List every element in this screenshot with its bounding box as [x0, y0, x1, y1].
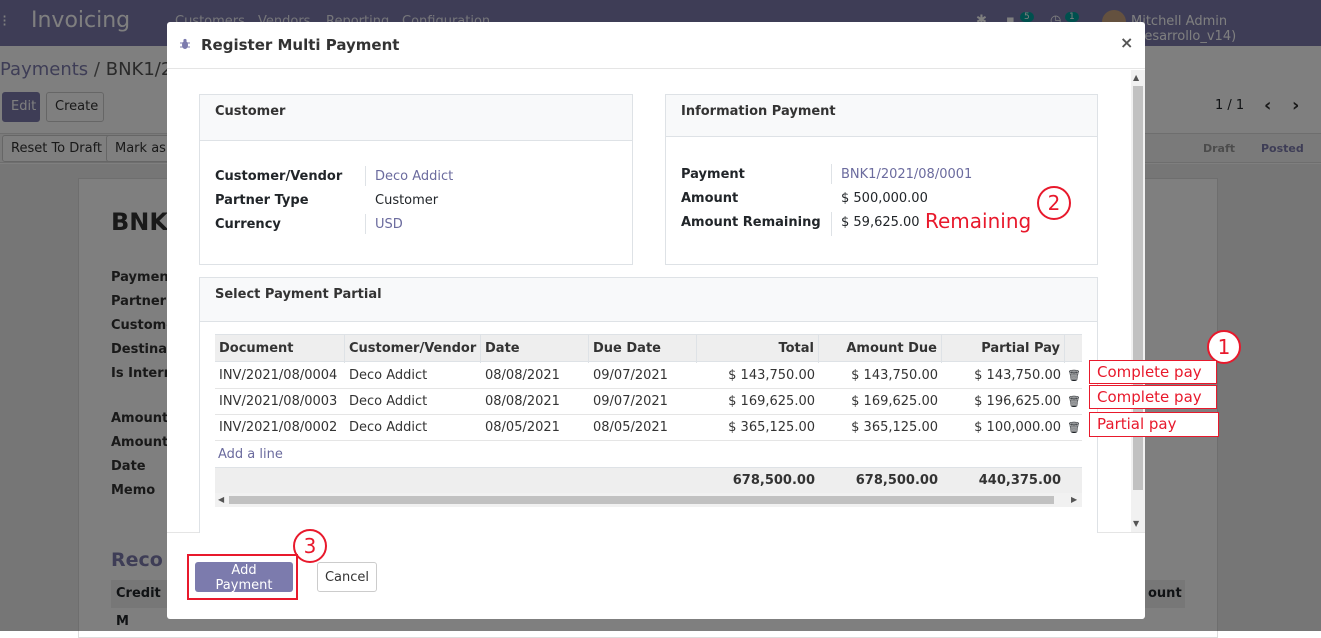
modal-header: Register Multi Payment × — [167, 22, 1145, 69]
cell-total[interactable]: $ 365,125.00 — [697, 415, 819, 441]
cell-due-date[interactable]: 09/07/2021 — [589, 389, 697, 415]
amount-due-sum: 678,500.00 — [855, 473, 938, 488]
cell-document[interactable]: INV/2021/08/0003 — [215, 389, 345, 415]
partial-panel-title: Select Payment Partial — [215, 287, 382, 302]
cell-date[interactable]: 08/08/2021 — [481, 389, 589, 415]
trash-icon[interactable]: 🗑 — [1067, 389, 1081, 415]
col-total[interactable]: Total — [697, 335, 819, 363]
label-payment: Payment — [681, 167, 745, 182]
modal-title: Register Multi Payment — [201, 36, 400, 54]
col-partial-pay[interactable]: Partial Pay — [942, 335, 1065, 363]
col-document[interactable]: Document — [215, 335, 345, 363]
cell-amount-due[interactable]: $ 143,750.00 — [819, 363, 942, 389]
table-header: Document Customer/Vendor Date Due Date T… — [215, 334, 1082, 363]
annotation-partial-pay: Partial pay — [1089, 412, 1219, 437]
field-separator — [831, 164, 832, 184]
cell-date[interactable]: 08/05/2021 — [481, 415, 589, 441]
cell-total[interactable]: $ 169,625.00 — [697, 389, 819, 415]
cell-customer-vendor[interactable]: Deco Addict — [345, 389, 481, 415]
partial-pay-sum: 440,375.00 — [978, 473, 1061, 488]
field-separator — [365, 214, 366, 234]
amount-value: $ 500,000.00 — [841, 191, 928, 206]
label-currency: Currency — [215, 217, 281, 232]
cancel-button[interactable]: Cancel — [317, 562, 377, 592]
annotation-number-3: 3 — [293, 529, 327, 563]
customer-panel-title: Customer — [215, 104, 286, 119]
customer-panel-header: Customer — [200, 95, 632, 141]
cell-date[interactable]: 08/08/2021 — [481, 363, 589, 389]
customer-vendor-link[interactable]: Deco Addict — [375, 169, 453, 184]
information-payment-title: Information Payment — [681, 104, 836, 119]
col-customer-vendor[interactable]: Customer/Vendor — [345, 335, 481, 363]
label-amount-remaining: Amount Remaining — [681, 215, 821, 230]
col-amount-due[interactable]: Amount Due — [819, 335, 942, 363]
cell-document[interactable]: INV/2021/08/0002 — [215, 415, 345, 441]
scroll-right-icon[interactable]: ▶ — [1071, 493, 1077, 507]
table-row[interactable]: INV/2021/08/0003 Deco Addict 08/08/2021 … — [215, 389, 1082, 415]
field-separator — [831, 212, 832, 236]
total-sum: 678,500.00 — [732, 473, 815, 488]
cell-amount-due[interactable]: $ 169,625.00 — [819, 389, 942, 415]
scroll-down-icon[interactable]: ▼ — [1133, 519, 1139, 528]
annotation-number-2: 2 — [1037, 186, 1071, 220]
bug-icon — [180, 38, 190, 49]
cell-partial-pay[interactable]: $ 143,750.00 — [942, 363, 1065, 389]
annotation-highlight-add-payment — [187, 554, 298, 600]
annotation-complete-pay-2: Complete pay — [1089, 385, 1217, 409]
label-customer-vendor: Customer/Vendor — [215, 169, 343, 184]
payment-link[interactable]: BNK1/2021/08/0001 — [841, 167, 972, 182]
cell-customer-vendor[interactable]: Deco Addict — [345, 363, 481, 389]
annotation-complete-pay-1: Complete pay — [1089, 360, 1217, 384]
cell-partial-pay[interactable]: $ 196,625.00 — [942, 389, 1065, 415]
close-icon[interactable]: × — [1120, 33, 1133, 52]
field-separator — [365, 166, 366, 186]
col-due-date[interactable]: Due Date — [589, 335, 697, 363]
label-amount: Amount — [681, 191, 739, 206]
cell-amount-due[interactable]: $ 365,125.00 — [819, 415, 942, 441]
trash-icon[interactable]: 🗑 — [1067, 363, 1081, 389]
cell-partial-pay[interactable]: $ 100,000.00 — [942, 415, 1065, 441]
partner-type-value: Customer — [375, 193, 439, 208]
cell-due-date[interactable]: 09/07/2021 — [589, 363, 697, 389]
table-row[interactable]: INV/2021/08/0002 Deco Addict 08/05/2021 … — [215, 415, 1082, 441]
scroll-left-icon[interactable]: ◀ — [218, 493, 224, 507]
cell-total[interactable]: $ 143,750.00 — [697, 363, 819, 389]
trash-icon[interactable]: 🗑 — [1067, 415, 1081, 441]
cell-customer-vendor[interactable]: Deco Addict — [345, 415, 481, 441]
scroll-up-icon[interactable]: ▲ — [1133, 73, 1139, 82]
information-payment-header: Information Payment — [666, 95, 1097, 137]
table-row[interactable]: INV/2021/08/0004 Deco Addict 08/08/2021 … — [215, 363, 1082, 389]
horizontal-scrollbar-thumb[interactable] — [229, 496, 1054, 504]
col-date[interactable]: Date — [481, 335, 589, 363]
table-footer-totals: 678,500.00 678,500.00 440,375.00 — [215, 467, 1082, 493]
add-a-line-link[interactable]: Add a line — [218, 447, 283, 462]
partial-panel-header: Select Payment Partial — [200, 278, 1097, 322]
annotation-remaining: Remaining — [925, 209, 1032, 233]
label-partner-type: Partner Type — [215, 193, 309, 208]
horizontal-scrollbar[interactable]: ◀ ▶ — [215, 493, 1082, 507]
amount-remaining-value: $ 59,625.00 — [841, 215, 920, 230]
currency-link[interactable]: USD — [375, 217, 403, 232]
cell-document[interactable]: INV/2021/08/0004 — [215, 363, 345, 389]
annotation-number-1: 1 — [1207, 330, 1241, 364]
cell-due-date[interactable]: 08/05/2021 — [589, 415, 697, 441]
